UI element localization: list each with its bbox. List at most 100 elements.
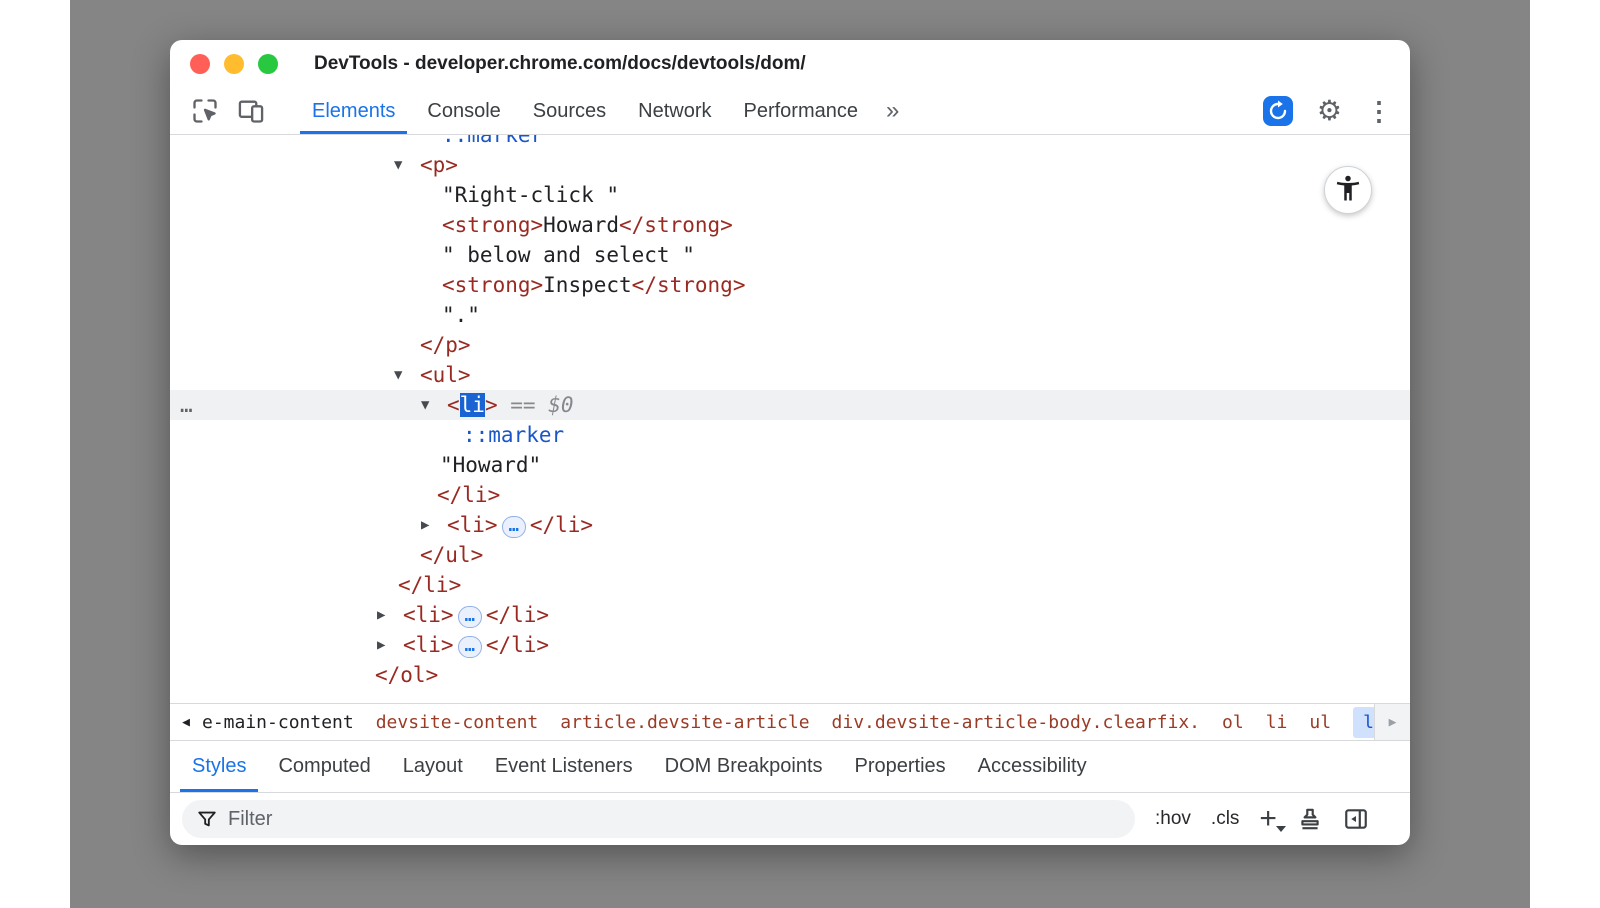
code-tag: </ol> bbox=[375, 663, 438, 687]
collapsed-content-ellipsis[interactable]: … bbox=[458, 636, 482, 658]
tree-row[interactable]: </p> bbox=[170, 330, 1410, 360]
collapsed-content-ellipsis[interactable]: … bbox=[502, 516, 526, 538]
code-string: "Howard" bbox=[440, 453, 541, 477]
tree-row-content: ::marker bbox=[170, 420, 564, 450]
tab-layout[interactable]: Layout bbox=[387, 741, 479, 792]
code-pseudo: ::marker bbox=[442, 135, 543, 147]
tree-row[interactable]: ▶ <li>…</li> bbox=[170, 630, 1410, 660]
tree-row-content: <p> bbox=[170, 150, 458, 180]
code-tag: </li> bbox=[486, 633, 549, 657]
tab-elements[interactable]: Elements bbox=[296, 88, 411, 134]
accessibility-button[interactable] bbox=[1324, 166, 1372, 214]
breadcrumb-scroll-right-icon[interactable]: ▶ bbox=[1374, 704, 1410, 740]
toggle-sidebar-icon[interactable] bbox=[1343, 806, 1369, 832]
filter-funnel-icon bbox=[196, 808, 218, 830]
tree-row-content: </p> bbox=[170, 330, 471, 360]
more-tabs-icon[interactable]: » bbox=[874, 97, 911, 125]
plus-dropdown-caret-icon bbox=[1276, 826, 1286, 832]
tree-row-content: "." bbox=[170, 300, 480, 330]
collapse-arrow-icon[interactable]: ▼ bbox=[394, 150, 402, 180]
device-toolbar-icon[interactable] bbox=[234, 95, 268, 127]
tree-row[interactable]: <strong>Inspect</strong> bbox=[170, 270, 1410, 300]
styles-filter-bar: :hov .cls + bbox=[170, 792, 1410, 845]
breadcrumb-item[interactable]: div.devsite-article-body.clearfix. bbox=[832, 712, 1200, 733]
breadcrumb-item[interactable]: li bbox=[1266, 712, 1288, 733]
tab-sources[interactable]: Sources bbox=[517, 88, 622, 134]
stamp-icon[interactable] bbox=[1297, 806, 1323, 832]
minimize-window-button[interactable] bbox=[224, 54, 244, 74]
code-tag: </li> bbox=[486, 603, 549, 627]
close-window-button[interactable] bbox=[190, 54, 210, 74]
tree-row[interactable]: </li> bbox=[170, 480, 1410, 510]
code-tag: <li> bbox=[403, 633, 454, 657]
breadcrumb-item[interactable]: devsite-content bbox=[376, 712, 539, 733]
sync-badge-icon[interactable] bbox=[1263, 96, 1293, 126]
breadcrumb: ◀ e-main-content devsite-content article.d… bbox=[170, 703, 1410, 740]
tab-performance[interactable]: Performance bbox=[728, 88, 875, 134]
tree-row[interactable]: </ul> bbox=[170, 540, 1410, 570]
code-tag: </li> bbox=[398, 573, 461, 597]
tab-dom-breakpoints[interactable]: DOM Breakpoints bbox=[649, 741, 839, 792]
breadcrumb-item[interactable]: ul bbox=[1309, 712, 1331, 733]
element-classes-button[interactable]: .cls bbox=[1211, 808, 1240, 830]
tab-accessibility[interactable]: Accessibility bbox=[962, 741, 1103, 792]
tree-row[interactable]: </ol> bbox=[170, 660, 1410, 690]
tree-row[interactable]: ▶<li>…</li> bbox=[170, 510, 1410, 540]
tree-row-content: <li>…</li> bbox=[170, 510, 593, 540]
row-overflow-dots-icon: … bbox=[180, 390, 195, 420]
code-selected-name: li bbox=[460, 393, 485, 417]
code-tag: </strong> bbox=[632, 273, 746, 297]
code-tag: </strong> bbox=[619, 213, 733, 237]
tab-properties[interactable]: Properties bbox=[839, 741, 962, 792]
expand-arrow-icon[interactable]: ▶ bbox=[377, 600, 385, 630]
tree-row[interactable]: ::marker bbox=[170, 420, 1410, 450]
code-string: "." bbox=[442, 303, 480, 327]
tree-row[interactable]: "." bbox=[170, 300, 1410, 330]
breadcrumb-item[interactable]: e-main-content bbox=[202, 712, 354, 733]
zoom-window-button[interactable] bbox=[258, 54, 278, 74]
traffic-lights bbox=[190, 54, 278, 74]
tree-row-content: </li> bbox=[170, 570, 461, 600]
tree-row[interactable]: </li> bbox=[170, 570, 1410, 600]
tree-row[interactable]: " below and select " bbox=[170, 240, 1410, 270]
code-operator: == bbox=[498, 393, 549, 417]
tree-row[interactable]: ▼<ul> bbox=[170, 360, 1410, 390]
code-text: Howard bbox=[543, 213, 619, 237]
new-style-rule-button[interactable]: + bbox=[1259, 804, 1277, 834]
tree-row[interactable]: ▶<li>…</li> bbox=[170, 600, 1410, 630]
tree-row[interactable]: "Howard" bbox=[170, 450, 1410, 480]
expand-arrow-icon[interactable]: ▶ bbox=[377, 630, 385, 660]
style-filter-input[interactable] bbox=[228, 808, 1121, 831]
tree-row-content: ::marker bbox=[170, 135, 543, 150]
code-tag: </li> bbox=[530, 513, 593, 537]
devtools-toolbar: ElementsConsoleSourcesNetworkPerformance… bbox=[170, 88, 1410, 135]
tree-row[interactable]: ▼<p> bbox=[170, 150, 1410, 180]
collapse-arrow-icon[interactable]: ▼ bbox=[421, 390, 429, 420]
expand-arrow-icon[interactable]: ▶ bbox=[421, 510, 429, 540]
tree-row[interactable]: <strong>Howard</strong> bbox=[170, 210, 1410, 240]
tab-styles[interactable]: Styles bbox=[176, 741, 262, 792]
code-string: "Right-click " bbox=[442, 183, 619, 207]
tree-row-selected[interactable]: …▼<li> == $0 bbox=[170, 390, 1410, 420]
tab-event-listeners[interactable]: Event Listeners bbox=[479, 741, 649, 792]
collapsed-content-ellipsis[interactable]: … bbox=[458, 606, 482, 628]
plus-label: + bbox=[1259, 802, 1277, 835]
collapse-arrow-icon[interactable]: ▼ bbox=[394, 360, 402, 390]
breadcrumb-item-selected[interactable]: li bbox=[1353, 707, 1374, 738]
tree-row[interactable]: ::marker bbox=[170, 135, 1410, 150]
breadcrumb-scroll-left-icon[interactable]: ◀ bbox=[170, 715, 202, 730]
tree-row[interactable]: "Right-click " bbox=[170, 180, 1410, 210]
gear-icon[interactable]: ⚙ bbox=[1317, 97, 1342, 125]
inspect-element-icon[interactable] bbox=[188, 95, 222, 127]
kebab-menu-icon[interactable]: ⋮ bbox=[1366, 98, 1392, 124]
devtools-window: DevTools - developer.chrome.com/docs/dev… bbox=[170, 40, 1410, 845]
toggle-element-state-button[interactable]: :hov bbox=[1155, 808, 1191, 830]
tab-console[interactable]: Console bbox=[411, 88, 516, 134]
breadcrumb-item[interactable]: article.devsite-article bbox=[560, 712, 809, 733]
style-filter-field[interactable] bbox=[182, 800, 1135, 838]
breadcrumb-item[interactable]: ol bbox=[1222, 712, 1244, 733]
code-tag: </ul> bbox=[420, 543, 483, 567]
tab-computed[interactable]: Computed bbox=[262, 741, 386, 792]
code-string: " below and select " bbox=[442, 243, 695, 267]
tab-network[interactable]: Network bbox=[622, 88, 727, 134]
